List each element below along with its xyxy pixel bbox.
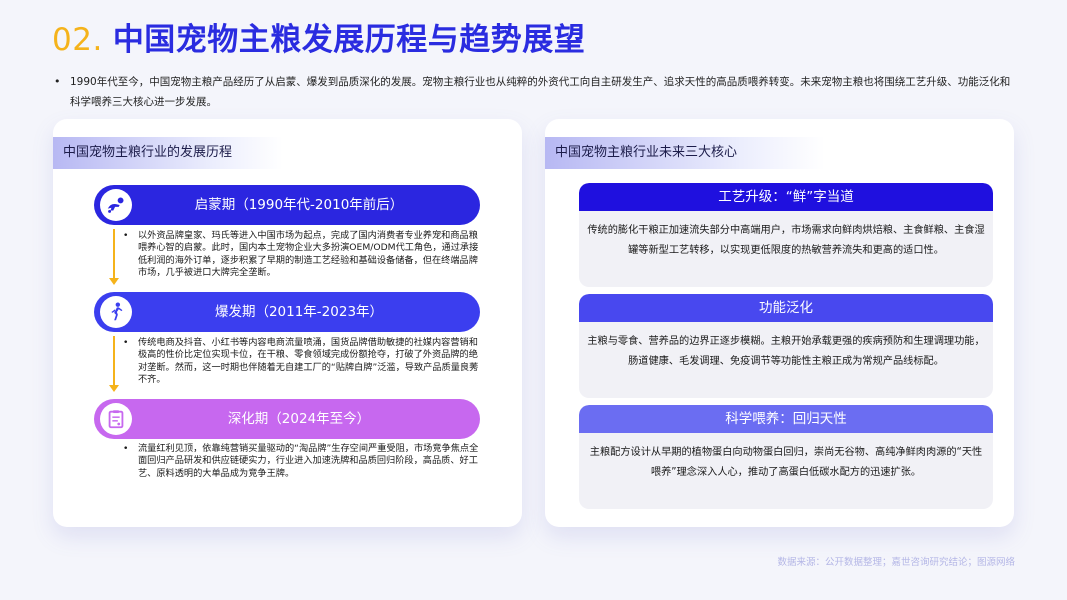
core-block-science: 科学喂养：回归天性 主粮配方设计从早期的植物蛋白向动物蛋白回归，崇尚无谷物、高纯… bbox=[579, 405, 993, 509]
athlete-icon bbox=[100, 296, 132, 328]
phase-title: 启蒙期（1990年代-2010年前后） bbox=[194, 197, 404, 213]
core-description: 主粮配方设计从早期的植物蛋白向动物蛋白回归，崇尚无谷物、高纯净鲜肉肉源的“天性喂… bbox=[589, 447, 983, 478]
core-block-craft: 工艺升级：“鲜”字当道 传统的膨化干粮正加速流失部分中高端用户，市场需求向鲜肉烘… bbox=[579, 183, 993, 287]
clipboard-icon bbox=[100, 403, 132, 435]
phase-pill-enlightenment: 启蒙期（1990年代-2010年前后） bbox=[94, 185, 480, 225]
core-title: 工艺升级：“鲜”字当道 bbox=[579, 183, 993, 211]
timeline-arrow bbox=[109, 229, 119, 285]
core-description: 主粮与零食、营养品的边界正逐步模糊。主粮开始承载更强的疾病预防和生理调理功能，肠… bbox=[587, 336, 985, 367]
baby-crawling-icon bbox=[100, 189, 132, 221]
timeline-arrow bbox=[109, 336, 119, 392]
phase-pill-explosion: 爆发期（2011年-2023年） bbox=[94, 292, 480, 332]
card-header-history: 中国宠物主粮行业的发展历程 bbox=[53, 137, 283, 169]
core-title: 科学喂养：回归天性 bbox=[579, 405, 993, 433]
intro-paragraph: 1990年代至今，中国宠物主粮产品经历了从启蒙、爆发到品质深化的发展。宠物主粮行… bbox=[52, 72, 1020, 112]
data-source-note: 数据来源：公开数据整理；嘉世咨询研究结论；图源网络 bbox=[777, 557, 1015, 568]
phase-title: 爆发期（2011年-2023年） bbox=[214, 304, 384, 320]
future-core-card: 中国宠物主粮行业未来三大核心 工艺升级：“鲜”字当道 传统的膨化干粮正加速流失部… bbox=[545, 119, 1014, 527]
card-header-future: 中国宠物主粮行业未来三大核心 bbox=[545, 137, 825, 169]
page-title: 02. 中国宠物主粮发展历程与趋势展望 bbox=[52, 14, 585, 59]
title-text: 中国宠物主粮发展历程与趋势展望 bbox=[112, 22, 586, 58]
phase-description: 以外资品牌皇家、玛氏等进入中国市场为起点，完成了国内消费者专业养宠和商品粮喂养心… bbox=[123, 230, 484, 280]
section-number: 02. bbox=[52, 22, 103, 58]
development-history-card: 中国宠物主粮行业的发展历程 启蒙期（1990年代-2010年前后） 以外资品牌皇… bbox=[53, 119, 522, 527]
phase-pill-deepening: 深化期（2024年至今） bbox=[94, 399, 480, 439]
core-title: 功能泛化 bbox=[579, 294, 993, 322]
phase-title: 深化期（2024年至今） bbox=[227, 411, 371, 427]
phase-description: 流量红利见顶，依靠纯营销买量驱动的“淘品牌”生存空间严重受阻，市场竞争焦点全面回… bbox=[123, 443, 484, 480]
core-block-function: 功能泛化 主粮与零食、营养品的边界正逐步模糊。主粮开始承载更强的疾病预防和生理调… bbox=[579, 294, 993, 398]
core-description: 传统的膨化干粮正加速流失部分中高端用户，市场需求向鲜肉烘焙粮、主食鲜粮、主食湿罐… bbox=[587, 225, 985, 256]
phase-description: 传统电商及抖音、小红书等内容电商流量喷涌，国货品牌借助敏捷的社媒内容营销和极高的… bbox=[123, 337, 484, 387]
